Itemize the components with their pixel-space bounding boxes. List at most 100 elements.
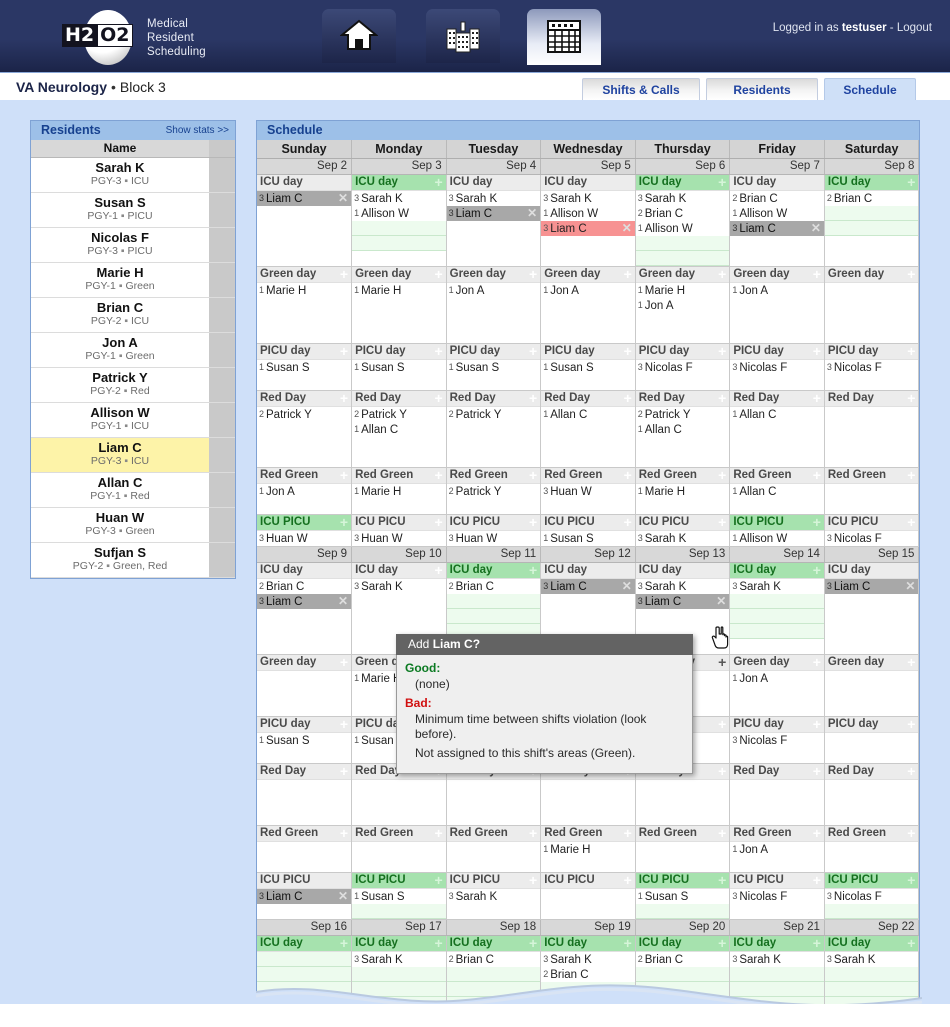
- add-assignment-icon[interactable]: +: [340, 467, 348, 483]
- add-assignment-icon[interactable]: +: [813, 872, 821, 888]
- shift-cell[interactable]: ICU day +: [257, 935, 353, 1004]
- assignment[interactable]: 3Nicolas F: [825, 531, 919, 546]
- resident-row[interactable]: Patrick Y PGY-2 ▪ Red: [31, 367, 235, 403]
- empty-slot[interactable]: [257, 686, 351, 701]
- remove-assignment-icon[interactable]: ✕: [338, 889, 348, 904]
- shift-cell[interactable]: ICU PICU +1 Allison W: [729, 514, 825, 547]
- empty-slot[interactable]: [730, 966, 824, 982]
- shift-cell[interactable]: ICU PICU +3 Huan W: [257, 514, 353, 547]
- empty-slot[interactable]: [825, 842, 919, 857]
- empty-slot[interactable]: [824, 220, 919, 236]
- empty-slot[interactable]: [541, 810, 635, 825]
- assignment[interactable]: 2 Brian C: [636, 952, 730, 967]
- empty-slot[interactable]: [257, 437, 351, 452]
- assignment[interactable]: 3 Huan W: [541, 484, 635, 499]
- add-assignment-icon[interactable]: +: [718, 390, 726, 406]
- assignment[interactable]: 1 Allison W: [541, 206, 635, 221]
- shift-cell[interactable]: Red Day +2 Patrick Y: [446, 390, 542, 468]
- shift-cell[interactable]: Red Day +1 Allan C: [540, 390, 636, 468]
- resident-row[interactable]: Huan W PGY-3 ▪ Green: [31, 507, 235, 543]
- assignment[interactable]: 3 Liam C ✕: [257, 888, 352, 904]
- empty-slot[interactable]: [730, 593, 824, 609]
- empty-slot[interactable]: [257, 748, 351, 763]
- empty-slot[interactable]: [447, 904, 541, 919]
- shift-cell[interactable]: ICU day 3 Sarah K 3 Liam C ✕: [446, 174, 542, 267]
- add-assignment-icon[interactable]: +: [624, 872, 632, 888]
- shift-cell[interactable]: Red Day+: [824, 763, 919, 826]
- empty-slot[interactable]: [352, 313, 446, 328]
- date-cell[interactable]: Sep 15: [824, 545, 919, 563]
- date-cell[interactable]: Sep 17: [351, 918, 447, 936]
- date-cell[interactable]: Sep 6: [635, 157, 731, 175]
- assignment[interactable]: 1 Jon A: [541, 283, 635, 298]
- empty-slot[interactable]: [730, 795, 824, 810]
- empty-slot[interactable]: [825, 810, 919, 825]
- logout-link[interactable]: Logout: [897, 22, 932, 34]
- resident-row[interactable]: Liam C PGY-3 ▪ ICU: [31, 437, 235, 473]
- assignment[interactable]: 3Nicolas F: [825, 889, 919, 904]
- empty-slot[interactable]: [730, 996, 824, 1004]
- add-assignment-icon[interactable]: +: [718, 266, 726, 282]
- empty-slot[interactable]: [635, 250, 730, 266]
- add-assignment-icon[interactable]: +: [907, 390, 915, 406]
- empty-slot[interactable]: [447, 437, 541, 452]
- add-assignment-icon[interactable]: +: [529, 562, 537, 578]
- shift-cell[interactable]: Red Green +: [635, 825, 731, 873]
- empty-slot[interactable]: [257, 780, 351, 795]
- shift-cell[interactable]: Green day+1Marie H: [257, 266, 353, 344]
- empty-slot[interactable]: [257, 981, 352, 997]
- empty-slot[interactable]: [447, 795, 541, 810]
- resident-cell[interactable]: Nicolas F PGY-3 ▪ PICU: [31, 227, 209, 263]
- empty-slot[interactable]: [352, 609, 446, 624]
- shift-cell[interactable]: ICU PICU 3 Liam C ✕: [257, 872, 353, 920]
- empty-slot[interactable]: [447, 236, 541, 251]
- add-assignment-icon[interactable]: +: [434, 872, 442, 888]
- resident-row[interactable]: Brian C PGY-2 ▪ ICU: [31, 297, 235, 333]
- date-cell[interactable]: Sep 8: [824, 157, 919, 175]
- shift-cell[interactable]: Red Green +3 Huan W: [540, 467, 636, 515]
- shift-cell[interactable]: ICU day +3 Sarah K 1 Allison W: [351, 174, 447, 267]
- shift-cell[interactable]: ICU PICU +1 Susan S: [540, 514, 636, 547]
- empty-slot[interactable]: [257, 609, 351, 624]
- shift-cell[interactable]: ICU day 2 Brian C 1 Allison W 3 Liam C ✕: [729, 174, 825, 267]
- shift-cell[interactable]: ICU day +3 Sarah K: [729, 935, 825, 1004]
- empty-slot[interactable]: [447, 499, 541, 514]
- assignment[interactable]: 3 Liam C ✕: [446, 205, 541, 221]
- shift-cell[interactable]: ICU PICU +1 Susan S: [351, 872, 447, 920]
- add-assignment-icon[interactable]: +: [434, 514, 442, 530]
- tab-schedule[interactable]: Schedule: [824, 78, 916, 100]
- empty-slot[interactable]: [541, 795, 635, 810]
- empty-slot[interactable]: [257, 966, 352, 982]
- add-assignment-icon[interactable]: +: [907, 716, 915, 732]
- add-assignment-icon[interactable]: +: [907, 872, 915, 888]
- shift-cell[interactable]: ICU day +3 Sarah K: [824, 935, 919, 1004]
- empty-slot[interactable]: [825, 375, 919, 390]
- assignment[interactable]: 1 Susan S: [352, 360, 446, 375]
- assignment[interactable]: 3 Liam C ✕: [635, 593, 730, 609]
- assignment[interactable]: 3 Sarah K: [447, 191, 541, 206]
- add-assignment-icon[interactable]: +: [434, 343, 442, 359]
- assignment[interactable]: 1 Susan S: [636, 889, 730, 904]
- assignment[interactable]: 2 Patrick Y: [352, 407, 446, 422]
- empty-slot[interactable]: [352, 220, 446, 236]
- add-assignment-icon[interactable]: +: [624, 266, 632, 282]
- shift-cell[interactable]: ICU day +3 Sarah K 2 Brian C: [540, 935, 636, 1004]
- empty-slot[interactable]: [635, 966, 730, 982]
- empty-slot[interactable]: [352, 966, 446, 982]
- add-assignment-icon[interactable]: +: [340, 514, 348, 530]
- shift-cell[interactable]: Green day+: [824, 266, 919, 344]
- assignment[interactable]: 1 Allison W: [730, 206, 824, 221]
- assignment[interactable]: 3 Sarah K: [352, 191, 446, 206]
- empty-slot[interactable]: [825, 594, 919, 609]
- shift-cell[interactable]: Green day +1 Jon A: [729, 266, 825, 344]
- assignment[interactable]: 3Nicolas F: [730, 360, 824, 375]
- date-cell[interactable]: Sep 16: [257, 918, 353, 936]
- assignment[interactable]: 3Nicolas F: [636, 360, 730, 375]
- assignment[interactable]: 3 Liam C ✕: [257, 190, 352, 206]
- shift-cell[interactable]: Red Green +: [824, 467, 919, 515]
- app-logo[interactable]: H2 O2 Medical Resident Scheduling: [62, 10, 262, 65]
- shift-cell[interactable]: PICU day+1Susan S: [446, 343, 542, 391]
- empty-slot[interactable]: [352, 298, 446, 313]
- add-assignment-icon[interactable]: +: [340, 716, 348, 732]
- empty-slot[interactable]: [636, 375, 730, 390]
